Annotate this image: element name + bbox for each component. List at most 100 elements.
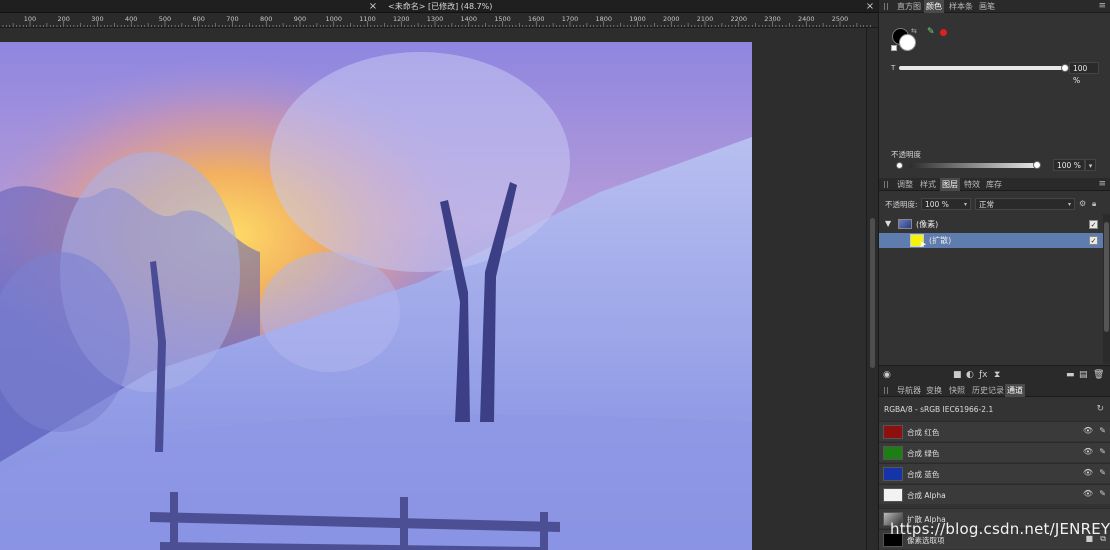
tint-value[interactable]: 100 % bbox=[1069, 62, 1099, 85]
pencil-icon[interactable]: ✎ bbox=[1099, 426, 1106, 435]
swap-colors-icon[interactable]: ⇆ bbox=[911, 27, 917, 35]
ruler-label: 400 bbox=[125, 15, 137, 23]
tint-slider-knob[interactable] bbox=[1061, 64, 1069, 72]
layer-opacity-field[interactable]: 100 % ▾ bbox=[921, 198, 971, 210]
tab-histogram[interactable]: 直方图 bbox=[895, 0, 923, 13]
hourglass-icon[interactable]: ⧗ bbox=[994, 370, 1000, 380]
panel-grip-icon[interactable] bbox=[884, 387, 888, 394]
document-tab-title[interactable]: <未命名> [已修改] (48.7%) bbox=[388, 0, 492, 13]
new-layer-icon[interactable]: ▤ bbox=[1079, 370, 1088, 380]
chevron-down-icon: ▾ bbox=[963, 201, 967, 208]
tab-layers[interactable]: 图层 bbox=[940, 178, 960, 191]
refresh-icon[interactable]: ↻ bbox=[1096, 404, 1104, 414]
layer-row-selected[interactable]: ➤ (扩散) ✓ bbox=[879, 233, 1103, 250]
ruler-label: 2300 bbox=[764, 15, 781, 23]
ruler-label: 2000 bbox=[663, 15, 680, 23]
canvas-vertical-scrollbar[interactable] bbox=[866, 28, 878, 550]
panel-grip-icon[interactable] bbox=[884, 3, 888, 10]
pencil-icon[interactable]: ✎ bbox=[1099, 447, 1106, 456]
layer-toolbar: 不透明度: 100 % ▾ 正常 ▾ ⚙ 🔒︎ bbox=[879, 197, 1110, 211]
layer-opacity-label: 不透明度: bbox=[885, 200, 918, 209]
tab-color[interactable]: 颜色 bbox=[924, 0, 944, 13]
eye-icon[interactable]: 👁︎ bbox=[1083, 447, 1093, 456]
close-icon[interactable]: × bbox=[367, 0, 379, 13]
color-picker-icon[interactable]: ✎ bbox=[927, 27, 935, 37]
ruler-label: 1000 bbox=[325, 15, 342, 23]
tab-adjustments[interactable]: 调整 bbox=[895, 178, 915, 191]
layer-name[interactable]: (扩散) bbox=[929, 235, 951, 246]
eye-icon[interactable]: 👁︎ bbox=[1083, 468, 1093, 477]
panel-menu-icon[interactable]: ≡ bbox=[1098, 0, 1106, 13]
channel-row-alpha[interactable]: 合成 Alpha 👁︎ ✎ bbox=[879, 484, 1110, 504]
eye-icon[interactable]: 👁︎ bbox=[1083, 426, 1093, 435]
horizontal-ruler: 100 200 300 400 500 600 700 800 900 1000 1100 1200 1… bbox=[0, 13, 878, 28]
layer-name[interactable]: (像素) bbox=[916, 219, 938, 230]
fx-icon[interactable]: ƒx bbox=[979, 370, 988, 380]
ruler-label: 1700 bbox=[562, 15, 579, 23]
layer-visibility-checkbox[interactable]: ✓ bbox=[1089, 236, 1098, 245]
gear-icon[interactable]: ⚙ bbox=[1079, 199, 1086, 208]
channel-name: 合成 绿色 bbox=[907, 449, 940, 458]
channel-name: 合成 红色 bbox=[907, 428, 940, 437]
ruler-label: 1900 bbox=[629, 15, 646, 23]
channel-row-red[interactable]: 合成 红色 👁︎ ✎ bbox=[879, 421, 1110, 441]
channels-panel-tabs: 导航器 变换 快照 历史记录 通道 bbox=[879, 384, 1110, 397]
ruler-label: 1200 bbox=[393, 15, 410, 23]
color-opacity-knob[interactable] bbox=[1033, 161, 1041, 169]
tab-navigator[interactable]: 导航器 bbox=[895, 384, 923, 397]
tab-transform[interactable]: 变换 bbox=[924, 384, 944, 397]
tab-swatches[interactable]: 样本条 bbox=[947, 0, 975, 13]
panel-menu-icon[interactable]: ≡ bbox=[1098, 178, 1106, 191]
tab-snapshots[interactable]: 快照 bbox=[947, 384, 967, 397]
color-opacity-value[interactable]: 100 % bbox=[1053, 159, 1085, 171]
tab-effects[interactable]: 特效 bbox=[962, 178, 982, 191]
pencil-icon[interactable]: ✎ bbox=[1099, 489, 1106, 498]
color-panel: 直方图 颜色 样本条 画笔 ≡ ⇆ ✎ T 100 % 不透明度 100 % ▾ bbox=[878, 0, 1110, 178]
adjustment-icon[interactable]: ◐ bbox=[966, 370, 974, 380]
color-format-label: RGBA/8 - sRGB IEC61966-2.1 bbox=[884, 405, 994, 414]
background-color-swatch[interactable] bbox=[899, 34, 916, 51]
color-opacity-slider[interactable] bbox=[909, 163, 1037, 168]
winter-landscape-photo[interactable] bbox=[0, 42, 752, 550]
tab-stock[interactable]: 库存 bbox=[984, 178, 1004, 191]
pencil-icon[interactable]: ✎ bbox=[1099, 468, 1106, 477]
eye-icon[interactable]: 👁︎ bbox=[1083, 489, 1093, 498]
tab-brushes[interactable]: 画笔 bbox=[977, 0, 997, 13]
scrollbar-thumb[interactable] bbox=[1104, 222, 1109, 332]
tab-styles[interactable]: 样式 bbox=[918, 178, 938, 191]
layer-options-icon[interactable]: ◉ bbox=[883, 370, 891, 380]
close-icon[interactable]: × bbox=[864, 0, 876, 13]
blend-mode-select[interactable]: 正常 ▾ bbox=[975, 198, 1075, 210]
trash-icon[interactable]: 🗑︎ bbox=[1093, 370, 1104, 380]
reset-colors-icon[interactable] bbox=[891, 45, 897, 51]
chevron-down-icon[interactable]: ▾ bbox=[1085, 159, 1096, 171]
ruler-label: 2100 bbox=[697, 15, 714, 23]
tint-slider[interactable] bbox=[899, 66, 1065, 70]
expand-triangle-icon[interactable]: ▼ bbox=[885, 219, 891, 228]
panel-grip-icon[interactable] bbox=[884, 181, 888, 188]
color-panel-tabs: 直方图 颜色 样本条 画笔 ≡ bbox=[879, 0, 1110, 13]
affinity-photo-window: × <未命名> [已修改] (48.7%) × 100 200 300 400 500 6… bbox=[0, 0, 1110, 550]
layer-visibility-checkbox[interactable]: ✓ bbox=[1089, 220, 1098, 229]
tab-history[interactable]: 历史记录 bbox=[970, 384, 1006, 397]
ruler-label: 2500 bbox=[832, 15, 849, 23]
folder-icon[interactable]: ▬ bbox=[1066, 370, 1075, 380]
canvas-area[interactable] bbox=[0, 28, 866, 550]
ruler-label: 2200 bbox=[730, 15, 747, 23]
layer-row[interactable]: ▼ (像素) ✓ bbox=[879, 217, 1103, 232]
lock-icon[interactable]: 🔒︎ bbox=[1092, 199, 1096, 209]
recent-color-dot[interactable] bbox=[940, 29, 947, 36]
tab-channels[interactable]: 通道 bbox=[1005, 384, 1025, 397]
mask-icon[interactable]: ■ bbox=[953, 370, 962, 380]
channel-thumbnail bbox=[883, 446, 903, 460]
layers-scrollbar[interactable] bbox=[1103, 214, 1110, 364]
ruler-label: 300 bbox=[91, 15, 103, 23]
channel-thumbnail bbox=[883, 467, 903, 481]
layer-thumbnail bbox=[898, 219, 912, 229]
channel-row-green[interactable]: 合成 绿色 👁︎ ✎ bbox=[879, 442, 1110, 462]
channel-row-blue[interactable]: 合成 蓝色 👁︎ ✎ bbox=[879, 463, 1110, 483]
scrollbar-thumb[interactable] bbox=[870, 218, 875, 368]
ruler-label: 800 bbox=[260, 15, 272, 23]
opacity-min-icon bbox=[896, 162, 903, 169]
mouse-cursor-icon: ➤ bbox=[919, 240, 927, 250]
